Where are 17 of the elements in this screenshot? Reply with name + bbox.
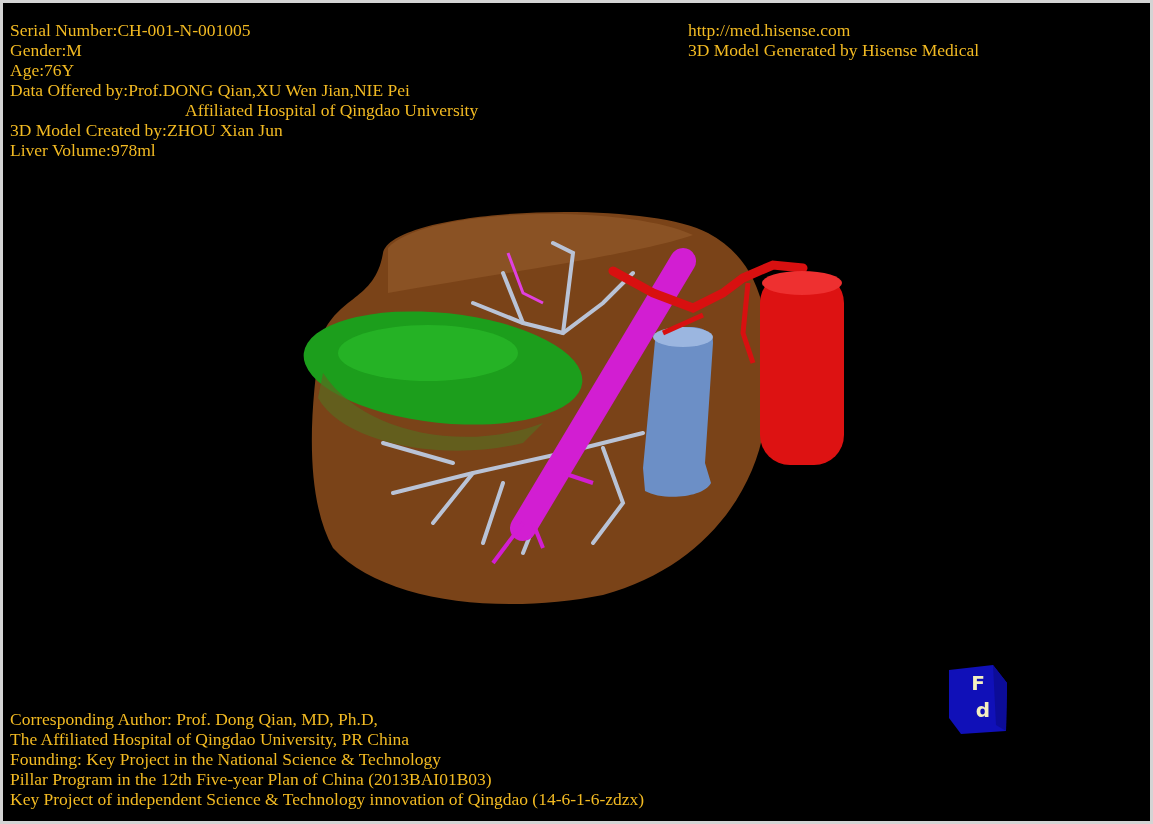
- footer-text: Corresponding Author: Prof. Dong Qian, MD, Ph.D,: [10, 709, 378, 729]
- cube-face-label: d: [975, 698, 991, 722]
- info-text: Age:76Y: [10, 60, 75, 80]
- info-text: Data Offered by:Prof.DONG Qian,XU Wen Jian,NIE Pei: [10, 80, 410, 100]
- info-text: Affiliated Hospital of Qingdao University: [185, 100, 479, 120]
- cube-face-label: F: [971, 671, 985, 695]
- info-text: 3D Model Created by:ZHOU Xian Jun: [10, 120, 283, 140]
- credit-text: 3D Model Generated by Hisense Medical: [688, 40, 980, 60]
- footer-text: Founding: Key Project in the National Science & Technology: [10, 749, 441, 769]
- footer-text: The Affiliated Hospital of Qingdao University, PR China: [10, 729, 410, 749]
- footer-text: Pillar Program in the 12th Five-year Plan of China (2013BAI01B03): [10, 769, 492, 789]
- info-text: Serial Number:CH-001-N-001005: [10, 20, 251, 40]
- orientation-cube[interactable]: [949, 665, 1007, 734]
- footer-text: Key Project of independent Science & Technology innovation of Qingdao (14-6-1-6-zdzx): [10, 789, 645, 809]
- credit-text: http://med.hisense.com: [688, 20, 851, 40]
- info-text: Gender:M: [10, 40, 82, 60]
- info-text: Liver Volume:978ml: [10, 140, 156, 160]
